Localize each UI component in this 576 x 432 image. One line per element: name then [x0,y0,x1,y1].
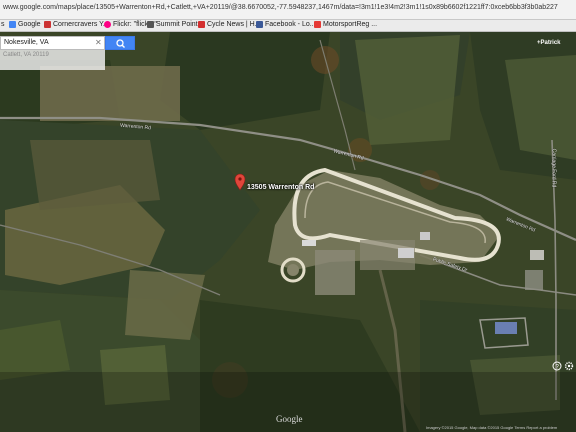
bookmark-summit-point[interactable]: Summit Point ... [147,21,205,28]
facebook-favicon-icon [256,21,263,28]
url-text[interactable]: www.google.com/maps/place/13505+Warrento… [3,4,558,11]
address-bar[interactable]: www.google.com/maps/place/13505+Warrento… [0,0,576,20]
bookmark-google[interactable]: Google [9,21,41,28]
clear-search-icon[interactable]: ✕ [95,38,102,47]
bookmarks-prefix: s [1,21,5,28]
account-link[interactable]: +Patrick [537,40,561,46]
google-logo: Google [276,414,303,424]
bookmark-facebook[interactable]: Facebook - Lo... [256,21,316,28]
motorsportreg-favicon-icon [314,21,321,28]
search-icon [116,39,125,48]
search-box[interactable]: Nokesville, VA ✕ [0,36,105,50]
map-footer[interactable]: Imagery ©2015 Google, Map data ©2015 Goo… [426,425,557,430]
bookmark-motorsportreg[interactable]: MotorsportReg ... [314,21,377,28]
flickr-favicon-icon [104,21,111,28]
search-button[interactable] [105,36,135,50]
summit-point-favicon-icon [147,21,154,28]
bookmark-cycle-news[interactable]: Cycle News | H... [198,21,261,28]
search-input[interactable]: Nokesville, VA [4,39,49,46]
google-favicon-icon [9,21,16,28]
cornercravers-favicon-icon [44,21,51,28]
bookmarks-bar: s Google Cornercravers Y... Flickr: "fli… [0,20,576,32]
road-label-vertical: Carriage Ford Rd [550,148,557,188]
bookmark-cornercravers[interactable]: Cornercravers Y... [44,21,109,28]
cycle-news-favicon-icon [198,21,205,28]
search-suggestion[interactable]: Catlett, VA 20119 [0,50,105,70]
pin-label[interactable]: 13505 Warrenton Rd [247,184,314,191]
